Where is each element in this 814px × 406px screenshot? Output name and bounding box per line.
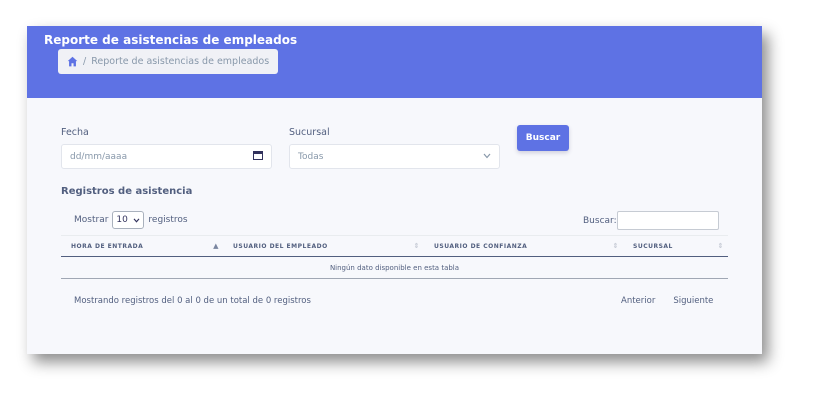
column-header-trusted-user[interactable]: USUARIO DE CONFIANZA ⇕: [424, 236, 623, 256]
length-prefix: Mostrar: [74, 215, 109, 225]
next-page-button[interactable]: Siguiente: [673, 296, 713, 306]
date-label: Fecha: [61, 127, 89, 138]
column-label: USUARIO DEL EMPLEADO: [233, 242, 328, 250]
table-header: HORA DE ENTRADA ▲ USUARIO DEL EMPLEADO ⇕…: [61, 235, 728, 257]
column-label: HORA DE ENTRADA: [71, 242, 144, 250]
page-length-value: 10: [116, 215, 128, 225]
sort-icon[interactable]: ⇕: [718, 242, 724, 250]
chevron-down-icon: [133, 217, 140, 223]
page-length-select[interactable]: 10: [112, 211, 145, 229]
page-length-control: Mostrar 10 registros: [74, 211, 188, 229]
search-button[interactable]: Buscar: [517, 125, 569, 151]
search-input[interactable]: [616, 211, 719, 230]
chevron-down-icon: [483, 152, 491, 162]
app-window: Reporte de asistencias de empleados / Re…: [27, 26, 762, 354]
breadcrumb-separator: /: [83, 56, 87, 67]
calendar-icon[interactable]: [253, 150, 263, 163]
empty-table-message: Ningún dato disponible en esta tabla: [61, 257, 728, 279]
column-header-employee-user[interactable]: USUARIO DEL EMPLEADO ⇕: [223, 236, 424, 256]
home-icon[interactable]: [67, 56, 78, 67]
page-title: Reporte de asistencias de empleados: [44, 33, 298, 47]
branch-label: Sucursal: [289, 127, 330, 138]
sort-icon[interactable]: ⇕: [613, 242, 619, 250]
pagination: Anterior Siguiente: [621, 296, 713, 306]
sort-asc-icon[interactable]: ▲: [213, 242, 219, 250]
column-header-entry-time[interactable]: HORA DE ENTRADA ▲: [61, 236, 223, 256]
search-label: Buscar:: [583, 215, 617, 226]
page-header: Reporte de asistencias de empleados / Re…: [27, 26, 762, 98]
table-info: Mostrando registros del 0 al 0 de un tot…: [74, 296, 311, 306]
records-table: HORA DE ENTRADA ▲ USUARIO DEL EMPLEADO ⇕…: [61, 235, 728, 279]
breadcrumb: / Reporte de asistencias de empleados: [58, 49, 279, 74]
branch-select[interactable]: Todas: [289, 144, 500, 169]
column-label: SUCURSAL: [633, 242, 673, 250]
sort-icon[interactable]: ⇕: [414, 242, 420, 250]
date-input[interactable]: dd/mm/aaaa: [61, 144, 272, 169]
breadcrumb-current: Reporte de asistencias de empleados: [91, 56, 270, 67]
records-title: Registros de asistencia: [61, 186, 193, 197]
date-placeholder: dd/mm/aaaa: [70, 151, 128, 162]
branch-selected: Todas: [298, 151, 324, 162]
table-search: Buscar:: [583, 211, 719, 230]
previous-page-button[interactable]: Anterior: [621, 296, 655, 306]
length-suffix: registros: [148, 215, 188, 225]
column-header-branch[interactable]: SUCURSAL ⇕: [623, 236, 728, 256]
column-label: USUARIO DE CONFIANZA: [434, 242, 528, 250]
